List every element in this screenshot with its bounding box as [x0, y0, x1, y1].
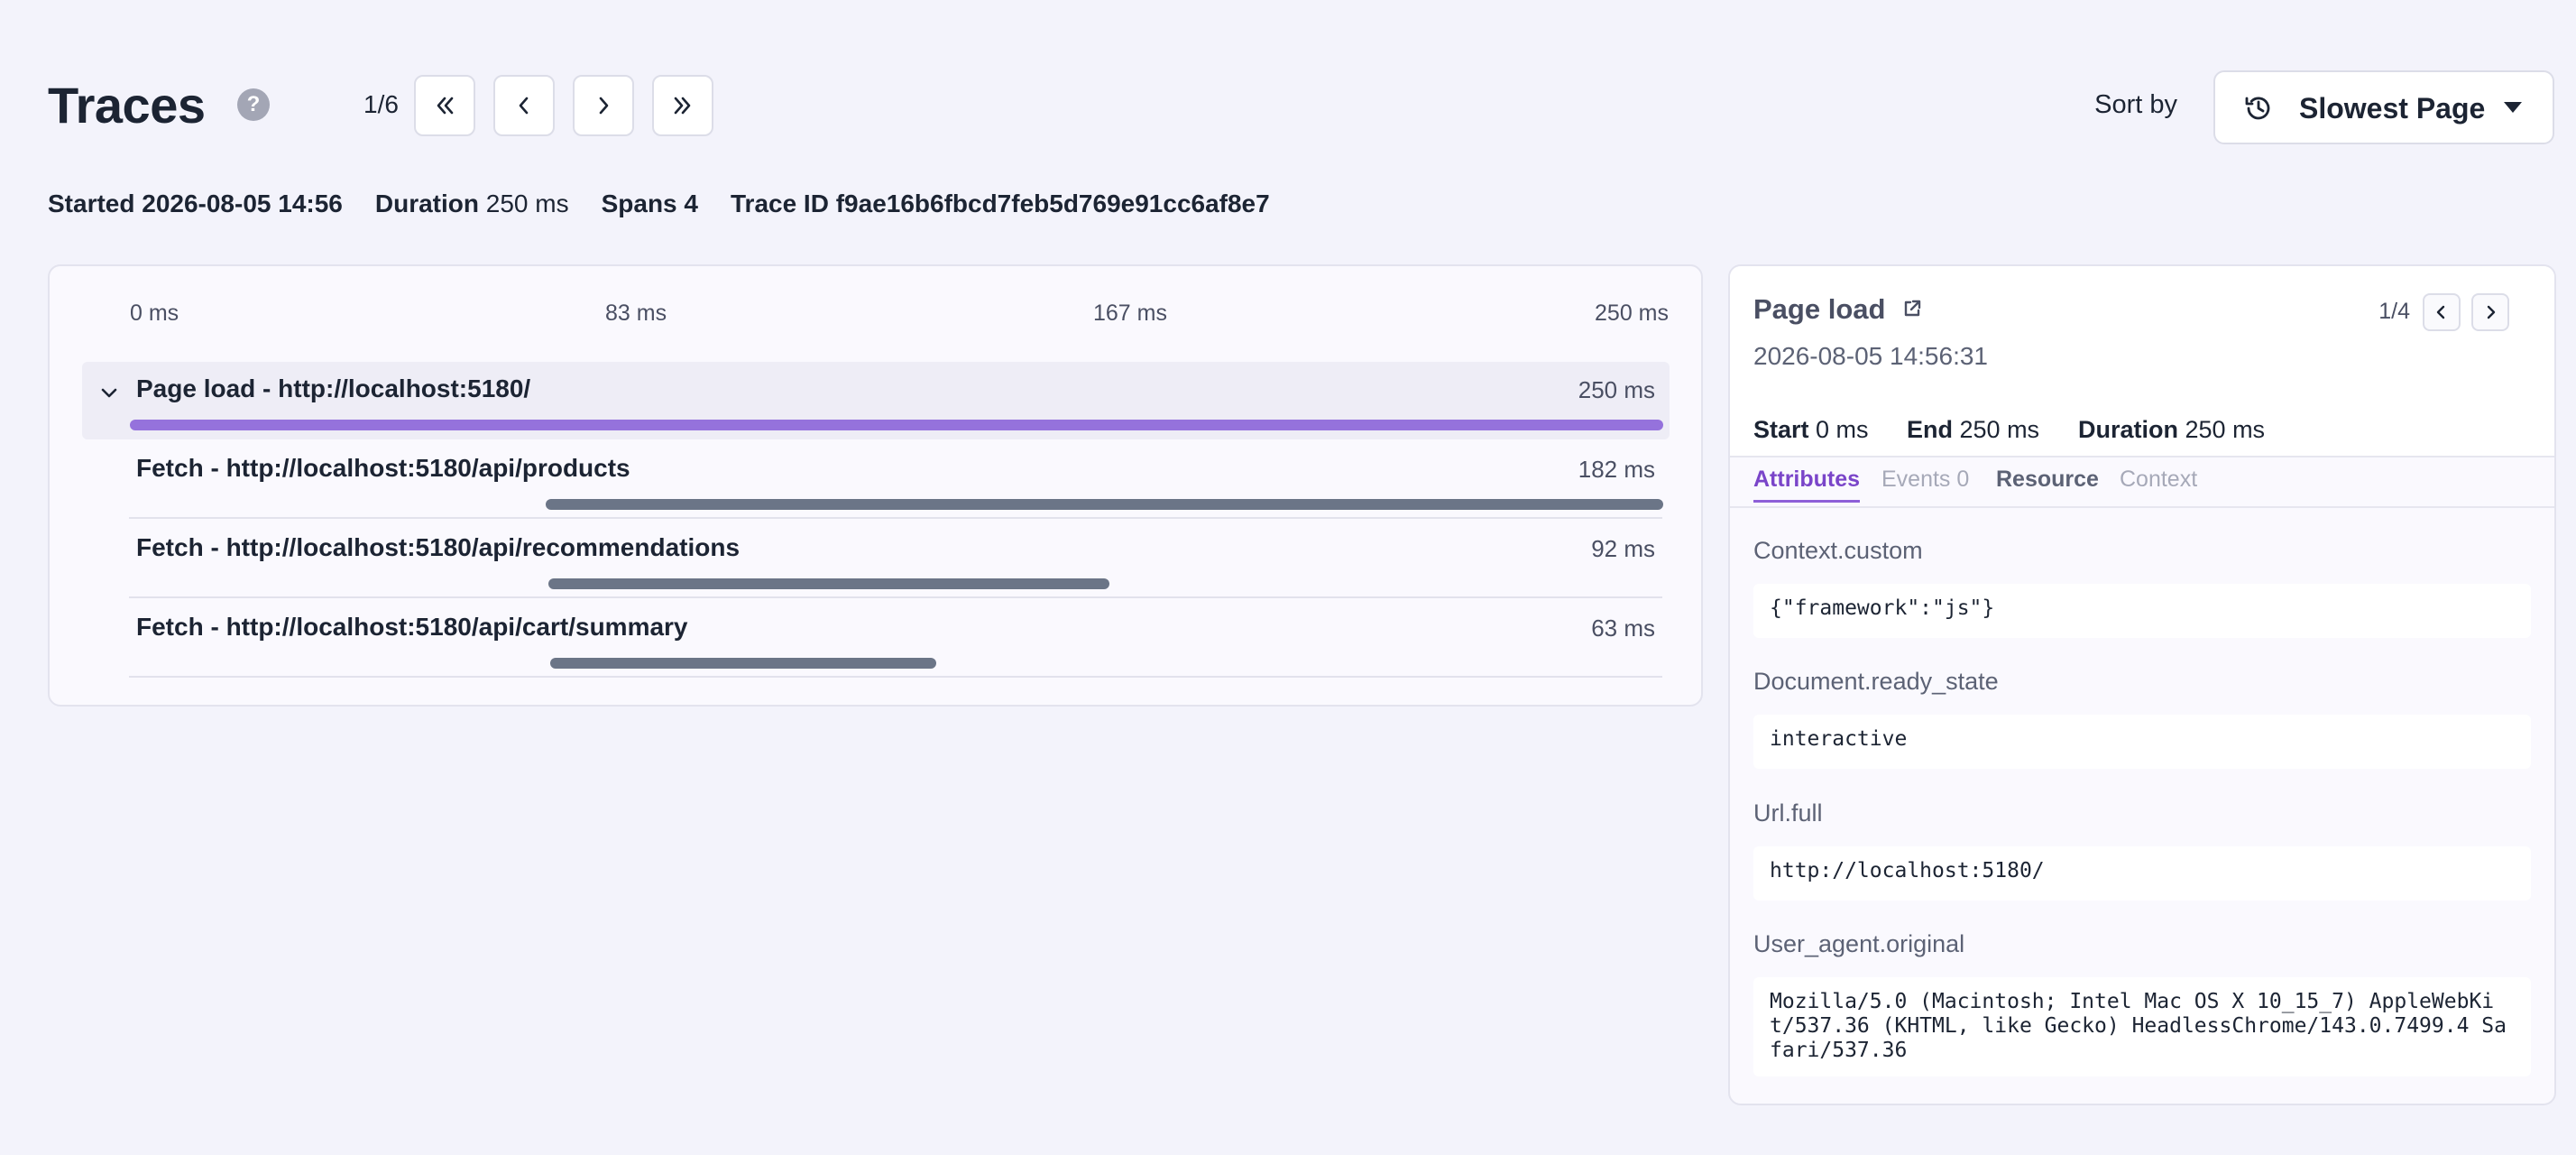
- external-link-icon[interactable]: [1901, 298, 1923, 324]
- timeline-tick: 83 ms: [605, 300, 667, 326]
- trace-started: Started 2026-08-05 14:56: [48, 189, 343, 217]
- attribute-key: User_agent.original: [1753, 930, 1965, 957]
- detail-tabs: Attributes Events 0 Resource Context: [1753, 467, 2531, 510]
- tab-events[interactable]: Events 0: [1881, 467, 1969, 500]
- span-detail-panel: Page load 2026-08-05 14:56:31 1/4 Start …: [1728, 264, 2556, 1105]
- attribute-value[interactable]: interactive: [1753, 715, 2531, 769]
- span-label: Fetch - http://localhost:5180/api/produc…: [136, 454, 630, 482]
- chevron-right-icon: [2487, 305, 2496, 319]
- trace-spans: Spans 4: [601, 189, 698, 217]
- span-position-count: 1/4: [2378, 299, 2410, 324]
- row-divider: [129, 517, 1662, 519]
- span-stats: Start 0 ms End 250 ms Duration 250 ms: [1730, 400, 2554, 457]
- prev-span-button[interactable]: [2423, 293, 2461, 331]
- trace-pager-count: 1/6: [363, 90, 399, 118]
- span-duration: 182 ms: [1578, 456, 1655, 483]
- trace-duration: Duration 250 ms: [374, 189, 569, 217]
- timeline-tick: 0 ms: [130, 300, 179, 326]
- first-trace-button[interactable]: [414, 75, 475, 136]
- chevron-right-icon: [599, 97, 609, 115]
- span-end: End 250 ms: [1907, 416, 2040, 443]
- chevron-left-icon: [2436, 305, 2445, 319]
- page-header: Traces ? 1/6 Sort by Slowest Page: [48, 70, 2554, 144]
- span-bar[interactable]: [545, 499, 1663, 510]
- help-icon[interactable]: ?: [237, 88, 270, 121]
- span-start: Start 0 ms: [1753, 416, 1869, 443]
- chevron-down-icon[interactable]: [98, 382, 120, 408]
- prev-trace-button[interactable]: [493, 75, 555, 136]
- tab-attributes[interactable]: Attributes: [1753, 467, 1861, 503]
- history-icon: [2242, 92, 2275, 129]
- chevron-left-icon: [519, 97, 529, 115]
- trace-id: Trace ID f9ae16b6fbcd7feb5d769e91cc6af8e…: [730, 189, 1270, 217]
- attribute-value[interactable]: {"framework":"js"}: [1753, 584, 2531, 638]
- tab-resource[interactable]: Resource: [1996, 467, 2099, 500]
- next-trace-button[interactable]: [573, 75, 634, 136]
- span-label: Page load - http://localhost:5180/: [136, 374, 531, 402]
- attribute-value[interactable]: http://localhost:5180/: [1753, 846, 2531, 901]
- last-trace-button[interactable]: [652, 75, 713, 136]
- timeline-tick: 250 ms: [1595, 300, 1669, 326]
- span-bar[interactable]: [130, 420, 1663, 430]
- attribute-key: Context.custom: [1753, 537, 1923, 564]
- row-divider: [129, 596, 1662, 598]
- sort-by-label: Sort by: [2094, 90, 2177, 119]
- double-chevron-left-icon: [437, 97, 454, 115]
- sort-select-value: Slowest Page: [2299, 92, 2486, 125]
- span-bar[interactable]: [549, 658, 937, 669]
- attribute-key: Url.full: [1753, 799, 1823, 827]
- trace-meta: Started 2026-08-05 14:56 Duration 250 ms…: [48, 189, 1270, 218]
- attribute-key: Document.ready_state: [1753, 668, 1999, 695]
- span-label: Fetch - http://localhost:5180/api/cart/s…: [136, 613, 688, 641]
- attribute-value[interactable]: Mozilla/5.0 (Macintosh; Intel Mac OS X 1…: [1753, 977, 2531, 1076]
- next-span-button[interactable]: [2471, 293, 2509, 331]
- span-duration-stat: Duration 250 ms: [2078, 416, 2266, 443]
- span-detail-timestamp: 2026-08-05 14:56:31: [1753, 342, 1988, 370]
- span-detail-title: Page load: [1753, 293, 1886, 325]
- span-duration: 250 ms: [1578, 376, 1655, 403]
- row-divider: [129, 676, 1662, 678]
- trace-timeline-panel: 0 ms 83 ms 167 ms 250 ms Page load - htt…: [48, 264, 1703, 707]
- span-bar[interactable]: [548, 578, 1110, 589]
- span-duration: 63 ms: [1591, 614, 1655, 642]
- span-duration: 92 ms: [1591, 535, 1655, 562]
- span-label: Fetch - http://localhost:5180/api/recomm…: [136, 533, 741, 561]
- tabs-divider: [1730, 506, 2554, 508]
- tab-context[interactable]: Context: [2120, 467, 2197, 500]
- double-chevron-right-icon: [674, 97, 691, 115]
- caret-down-icon: [2504, 102, 2522, 113]
- page-title: Traces: [48, 77, 206, 134]
- sort-select[interactable]: Slowest Page: [2213, 70, 2554, 144]
- timeline-tick: 167 ms: [1093, 300, 1167, 326]
- span-detail-header: Page load 2026-08-05 14:56:31 1/4: [1730, 266, 2554, 402]
